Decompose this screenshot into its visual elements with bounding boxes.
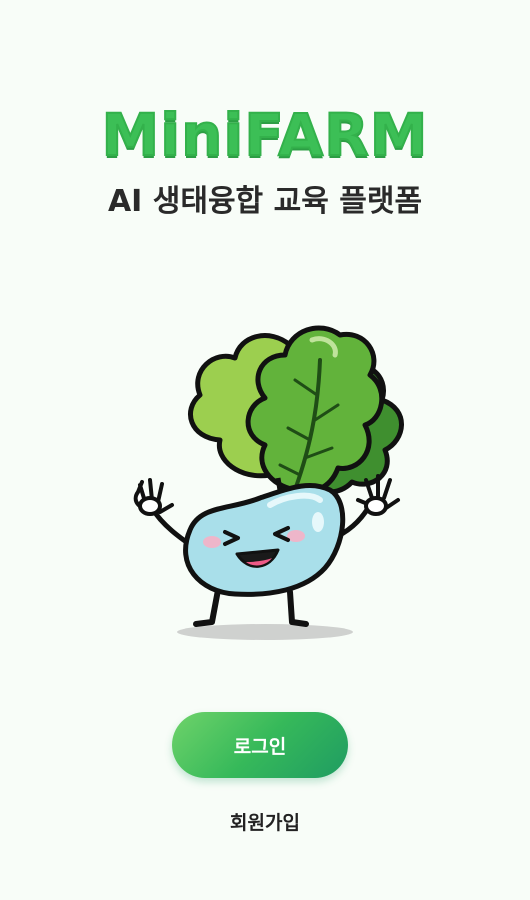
app-subtitle: AI 생태융합 교육 플랫폼 [107,184,423,219]
splash-screen: MiniFARM AI 생태융합 교육 플랫폼 로그인 회원가입 [0,0,530,900]
signup-label: 회원가입 [230,812,300,834]
login-button[interactable]: 로그인 [172,712,348,778]
app-logo: MiniFARM [101,100,429,170]
signup-link[interactable]: 회원가입 [0,808,530,838]
radish-mascot-icon [133,325,404,640]
